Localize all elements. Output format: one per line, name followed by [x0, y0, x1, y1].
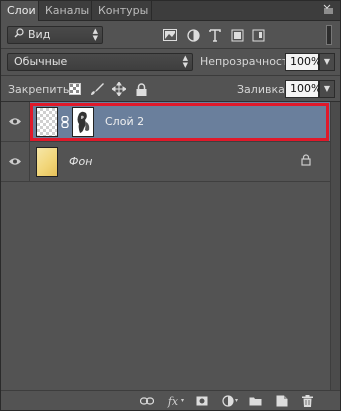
- layer-name[interactable]: Слой 2: [105, 115, 144, 128]
- blend-mode-select[interactable]: Обычные ▲ ▼: [7, 53, 193, 71]
- chain-link-icon[interactable]: [61, 115, 69, 131]
- delete-layer-icon[interactable]: [299, 393, 315, 409]
- lock-label: Закрепить:: [8, 83, 74, 96]
- blend-mode-label: Обычные: [14, 55, 68, 68]
- layer-row-background[interactable]: Фон: [1, 142, 331, 182]
- add-mask-icon[interactable]: [194, 393, 210, 409]
- visibility-eye-icon[interactable]: [1, 142, 30, 181]
- fill-label: Заливка:: [237, 83, 289, 96]
- panel-menu-icon[interactable]: [322, 3, 334, 17]
- select-arrows-icon: ▲ ▼: [92, 27, 98, 42]
- smart-object-filter-icon[interactable]: [250, 27, 266, 43]
- opacity-input[interactable]: 100%: [285, 53, 321, 71]
- layer-thumbnail: [36, 147, 58, 177]
- tab-paths[interactable]: Контуры: [92, 1, 152, 20]
- lock-position-icon[interactable]: [111, 81, 127, 97]
- lock-pixels-icon[interactable]: [89, 81, 105, 97]
- opacity-label: Непрозрачность:: [200, 55, 299, 68]
- adjustment-filter-icon[interactable]: [185, 27, 201, 43]
- lock-icon: [301, 154, 311, 169]
- divider: [1, 48, 340, 49]
- lock-transparency-icon[interactable]: [67, 81, 83, 97]
- type-filter-icon[interactable]: [207, 27, 223, 43]
- new-group-icon[interactable]: [247, 393, 263, 409]
- tab-channels[interactable]: Каналы: [39, 1, 92, 20]
- fx-dropdown-icon: ▾: [181, 397, 185, 404]
- filter-toggle-switch[interactable]: [326, 25, 332, 45]
- panel-tab-bar: Слои Каналы Контуры: [1, 1, 340, 21]
- layer-thumbnail: [36, 107, 58, 137]
- fill-dropdown-button[interactable]: ▼: [319, 80, 335, 98]
- shape-filter-icon[interactable]: [229, 27, 245, 43]
- tab-layers[interactable]: Слои: [1, 1, 39, 21]
- opacity-dropdown-button[interactable]: ▼: [319, 53, 335, 71]
- select-arrows-icon: ▲ ▼: [182, 54, 188, 69]
- adjustment-dropdown-icon: ▾: [235, 397, 239, 404]
- fill-input[interactable]: 100%: [285, 80, 321, 98]
- bottom-toolbar: fx ▾ ▾: [1, 390, 340, 410]
- image-filter-icon[interactable]: [162, 27, 178, 43]
- new-layer-icon[interactable]: [274, 393, 290, 409]
- layer-mask-thumbnail[interactable]: [72, 107, 94, 137]
- layers-list: Слой 2 Фон: [1, 102, 340, 391]
- fx-icon[interactable]: fx: [165, 393, 181, 409]
- layers-scrollbar[interactable]: [330, 102, 340, 391]
- lock-all-icon[interactable]: [133, 81, 149, 97]
- search-icon: [14, 27, 24, 43]
- layer-name[interactable]: Фон: [69, 155, 92, 168]
- visibility-eye-icon[interactable]: [1, 102, 30, 141]
- link-layers-icon[interactable]: [139, 393, 155, 409]
- adjustment-layer-icon[interactable]: [220, 393, 236, 409]
- divider: [1, 75, 340, 76]
- filter-kind-select[interactable]: Вид ▲ ▼: [7, 26, 103, 44]
- filter-kind-label: Вид: [28, 28, 51, 41]
- layer-row-layer2[interactable]: Слой 2: [1, 102, 331, 142]
- layers-panel: Слои Каналы Контуры Вид ▲▼ Обычные ▲▼: [0, 0, 341, 411]
